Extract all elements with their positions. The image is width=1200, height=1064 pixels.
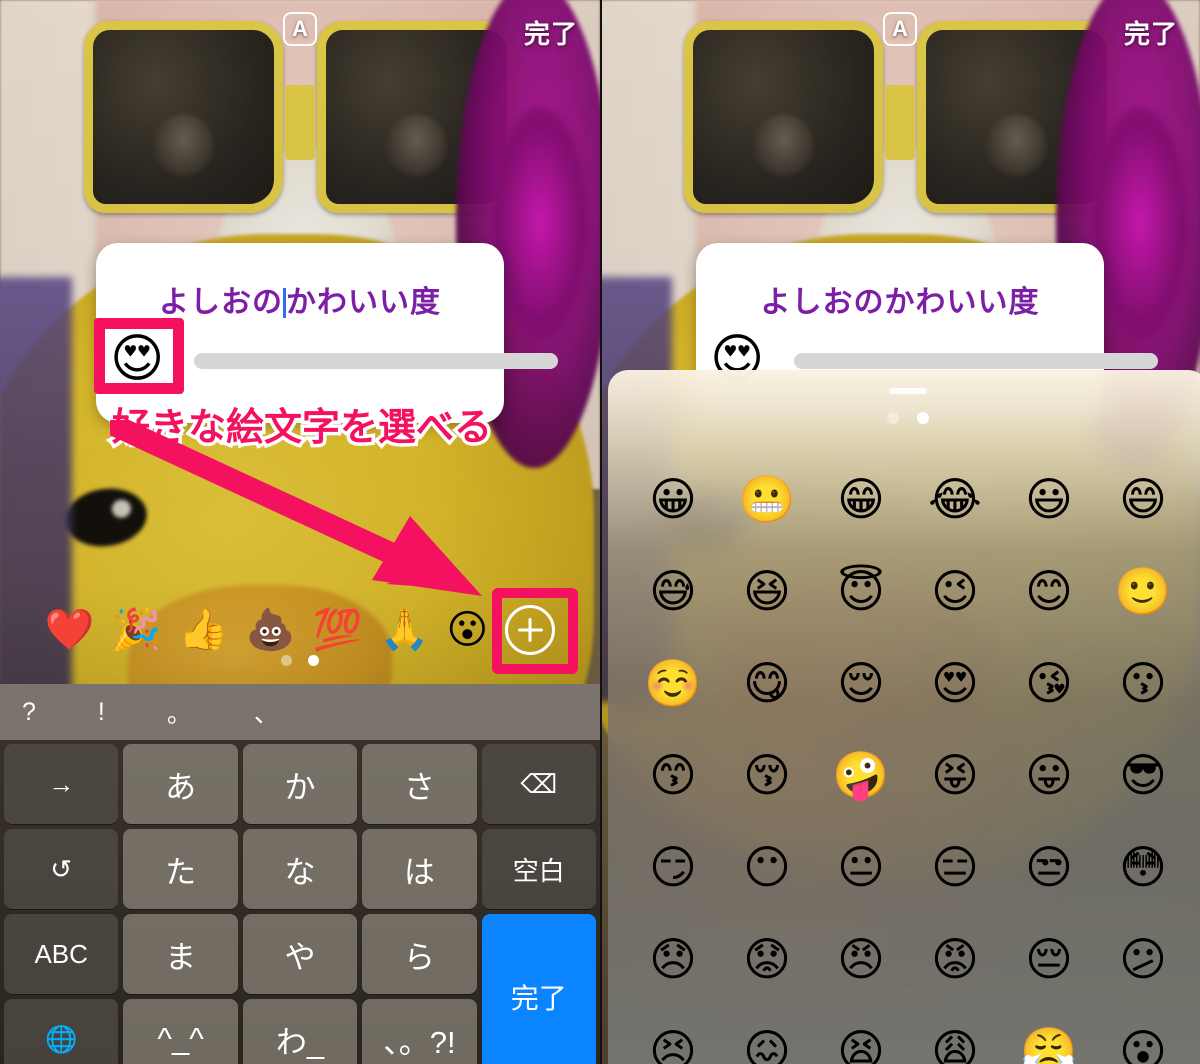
emoji-grid-item[interactable]: 😡	[908, 922, 1002, 996]
left-screen: A 完了 よしおの かわいい度 😍 好きな絵文字を選べる ❤️ 🎉 👍 💩 💯 🙏	[0, 0, 600, 1064]
font-style-icon[interactable]: A	[283, 12, 317, 46]
emoji-grid-item[interactable]: 😃	[1002, 462, 1096, 536]
key-na[interactable]: な	[242, 829, 358, 909]
emoji-grid-item[interactable]: 😒	[1002, 830, 1096, 904]
emoji-grid-item[interactable]: 😙	[626, 738, 720, 812]
key-ya[interactable]: や	[242, 914, 358, 994]
suggestion-item[interactable]: 。	[167, 694, 192, 730]
top-bar: A	[0, 0, 600, 58]
highlight-box-slider-emoji	[94, 318, 184, 394]
emoji-grid-item[interactable]: 😆	[720, 554, 814, 628]
emoji-grid-item[interactable]: 🙂	[1096, 554, 1190, 628]
emoji-grid-item[interactable]: 😣	[626, 1014, 720, 1064]
poll-slider-track[interactable]	[794, 353, 1158, 369]
emoji-grid-item[interactable]: 😊	[1002, 554, 1096, 628]
emoji-bar-item[interactable]: 🎉	[112, 608, 162, 652]
emoji-grid-item[interactable]: 😁	[814, 462, 908, 536]
sheet-grabber-handle[interactable]	[889, 388, 927, 394]
suggestion-item[interactable]: ?	[22, 698, 36, 727]
emoji-bar-item[interactable]: ❤️	[45, 608, 95, 652]
key-globe[interactable]: 🌐	[4, 999, 119, 1064]
key-done[interactable]: 完了	[481, 914, 596, 1064]
emoji-grid-item[interactable]: 😗	[1096, 646, 1190, 720]
poll-title[interactable]: よしおのかわいい度	[696, 277, 1104, 321]
emoji-grid-item[interactable]: 😠	[814, 922, 908, 996]
key-ra[interactable]: ら	[362, 914, 477, 994]
emoji-grid-item[interactable]: 😅	[626, 554, 720, 628]
emoji-grid-item[interactable]: 😳	[1096, 830, 1190, 904]
screenshot-root: A 完了 よしおの かわいい度 😍 好きな絵文字を選べる ❤️ 🎉 👍 💩 💯 🙏	[0, 0, 1200, 1064]
emoji-grid-item[interactable]: 😮	[1096, 1014, 1190, 1064]
emoji-bar-item[interactable]: 👍	[179, 608, 229, 652]
emoji-bar-item[interactable]: 😮	[446, 608, 488, 652]
key-ta[interactable]: た	[123, 829, 238, 909]
key-abc[interactable]: ABC	[4, 914, 119, 994]
emoji-bar-item[interactable]: 🙏	[380, 608, 430, 652]
key-punctuation[interactable]: 、。?!	[362, 999, 477, 1064]
key-kaomoji[interactable]: ^_^	[123, 999, 238, 1064]
emoji-grid-item[interactable]: 😋	[720, 646, 814, 720]
emoji-grid-item[interactable]: 😇	[814, 554, 908, 628]
key-wa[interactable]: わ_	[242, 999, 358, 1064]
key-sa[interactable]: さ	[362, 744, 477, 824]
emoji-bar-item[interactable]: 💯	[313, 608, 363, 652]
emoji-grid-item[interactable]: 😄	[1096, 462, 1190, 536]
emoji-grid-item[interactable]: 😕	[1096, 922, 1190, 996]
poll-slider-track[interactable]	[194, 353, 558, 369]
emoji-grid-item[interactable]: 😀	[626, 462, 720, 536]
suggestion-item[interactable]: !	[98, 698, 105, 727]
emoji-grid-item[interactable]: 😎	[1096, 738, 1190, 812]
emoji-grid-item[interactable]: 😍	[908, 646, 1002, 720]
key-undo[interactable]: ↺	[4, 829, 119, 909]
pager-dot[interactable]	[887, 412, 899, 424]
emoji-grid-item[interactable]: 😛	[1002, 738, 1096, 812]
key-ma[interactable]: ま	[123, 914, 238, 994]
keyboard-grid: → あ か さ ⌫ ↺ た な は 空白 ABC ま や ら 完了 🌐 ^_^ …	[0, 740, 600, 1064]
poll-title-after: かわいい度	[286, 286, 441, 319]
emoji-grid-item[interactable]: 😝	[908, 738, 1002, 812]
emoji-bar-item[interactable]: 💩	[246, 608, 296, 652]
emoji-grid-item[interactable]: ☺️	[626, 646, 720, 720]
emoji-sheet-pager	[887, 412, 929, 424]
emoji-grid-item[interactable]: 😬	[720, 462, 814, 536]
emoji-grid: 😀 😬 😁 😂 😃 😄 😅 😆 😇 😉 😊 🙂 ☺️ 😋 😌 😍 😘 😗 😙 😚…	[608, 448, 1200, 1064]
emoji-grid-item[interactable]: 😏	[626, 830, 720, 904]
key-backspace[interactable]: ⌫	[481, 744, 596, 824]
suggestion-bar: ? ! 。 、	[0, 684, 600, 740]
emoji-grid-item[interactable]: 😐	[814, 830, 908, 904]
emoji-grid-item[interactable]: 😟	[720, 922, 814, 996]
key-space[interactable]: 空白	[481, 829, 596, 909]
emoji-grid-item[interactable]: 😤	[1002, 1014, 1096, 1064]
emoji-grid-item[interactable]: 😑	[908, 830, 1002, 904]
emoji-picker-sheet: 😀 😬 😁 😂 😃 😄 😅 😆 😇 😉 😊 🙂 ☺️ 😋 😌 😍 😘 😗 😙 😚…	[608, 370, 1200, 1064]
emoji-grid-item[interactable]: 😚	[720, 738, 814, 812]
poll-title-before: よしおの	[159, 286, 283, 319]
key-next-candidate[interactable]: →	[4, 744, 119, 824]
emoji-grid-item[interactable]: 😂	[908, 462, 1002, 536]
font-style-icon[interactable]: A	[883, 12, 917, 46]
pager-dot-active[interactable]	[917, 412, 929, 424]
key-a[interactable]: あ	[123, 744, 238, 824]
emoji-grid-item[interactable]: 🤪	[814, 738, 908, 812]
emoji-grid-item[interactable]: 😫	[814, 1014, 908, 1064]
top-bar: A	[600, 0, 1200, 58]
emoji-grid-item[interactable]: 😞	[626, 922, 720, 996]
suggestion-item[interactable]: 、	[254, 694, 279, 730]
emoji-grid-item[interactable]: 😶	[720, 830, 814, 904]
emoji-grid-item[interactable]: 😩	[908, 1014, 1002, 1064]
key-ha[interactable]: は	[362, 829, 477, 909]
emoji-grid-item[interactable]: 😖	[720, 1014, 814, 1064]
poll-title[interactable]: よしおのかわいい度	[96, 277, 504, 321]
annotation-arrow-icon	[110, 420, 482, 596]
panel-divider	[600, 0, 602, 1064]
key-ka[interactable]: か	[242, 744, 358, 824]
emoji-grid-item[interactable]: 😉	[908, 554, 1002, 628]
japanese-keyboard: ? ! 。 、 → あ か さ ⌫ ↺ た な は 空白 ABC ま や ら 完	[0, 684, 600, 1064]
emoji-grid-item[interactable]: 😌	[814, 646, 908, 720]
emoji-grid-item[interactable]: 😘	[1002, 646, 1096, 720]
emoji-grid-item[interactable]: 😔	[1002, 922, 1096, 996]
pager-dot-active[interactable]	[308, 655, 319, 666]
right-screen: A 完了 よしおのかわいい度 😍 😀 😬 😁 😂 😃 😄 😅 😆 😇 😉 😊 🙂…	[600, 0, 1200, 1064]
pager-dot[interactable]	[281, 655, 292, 666]
